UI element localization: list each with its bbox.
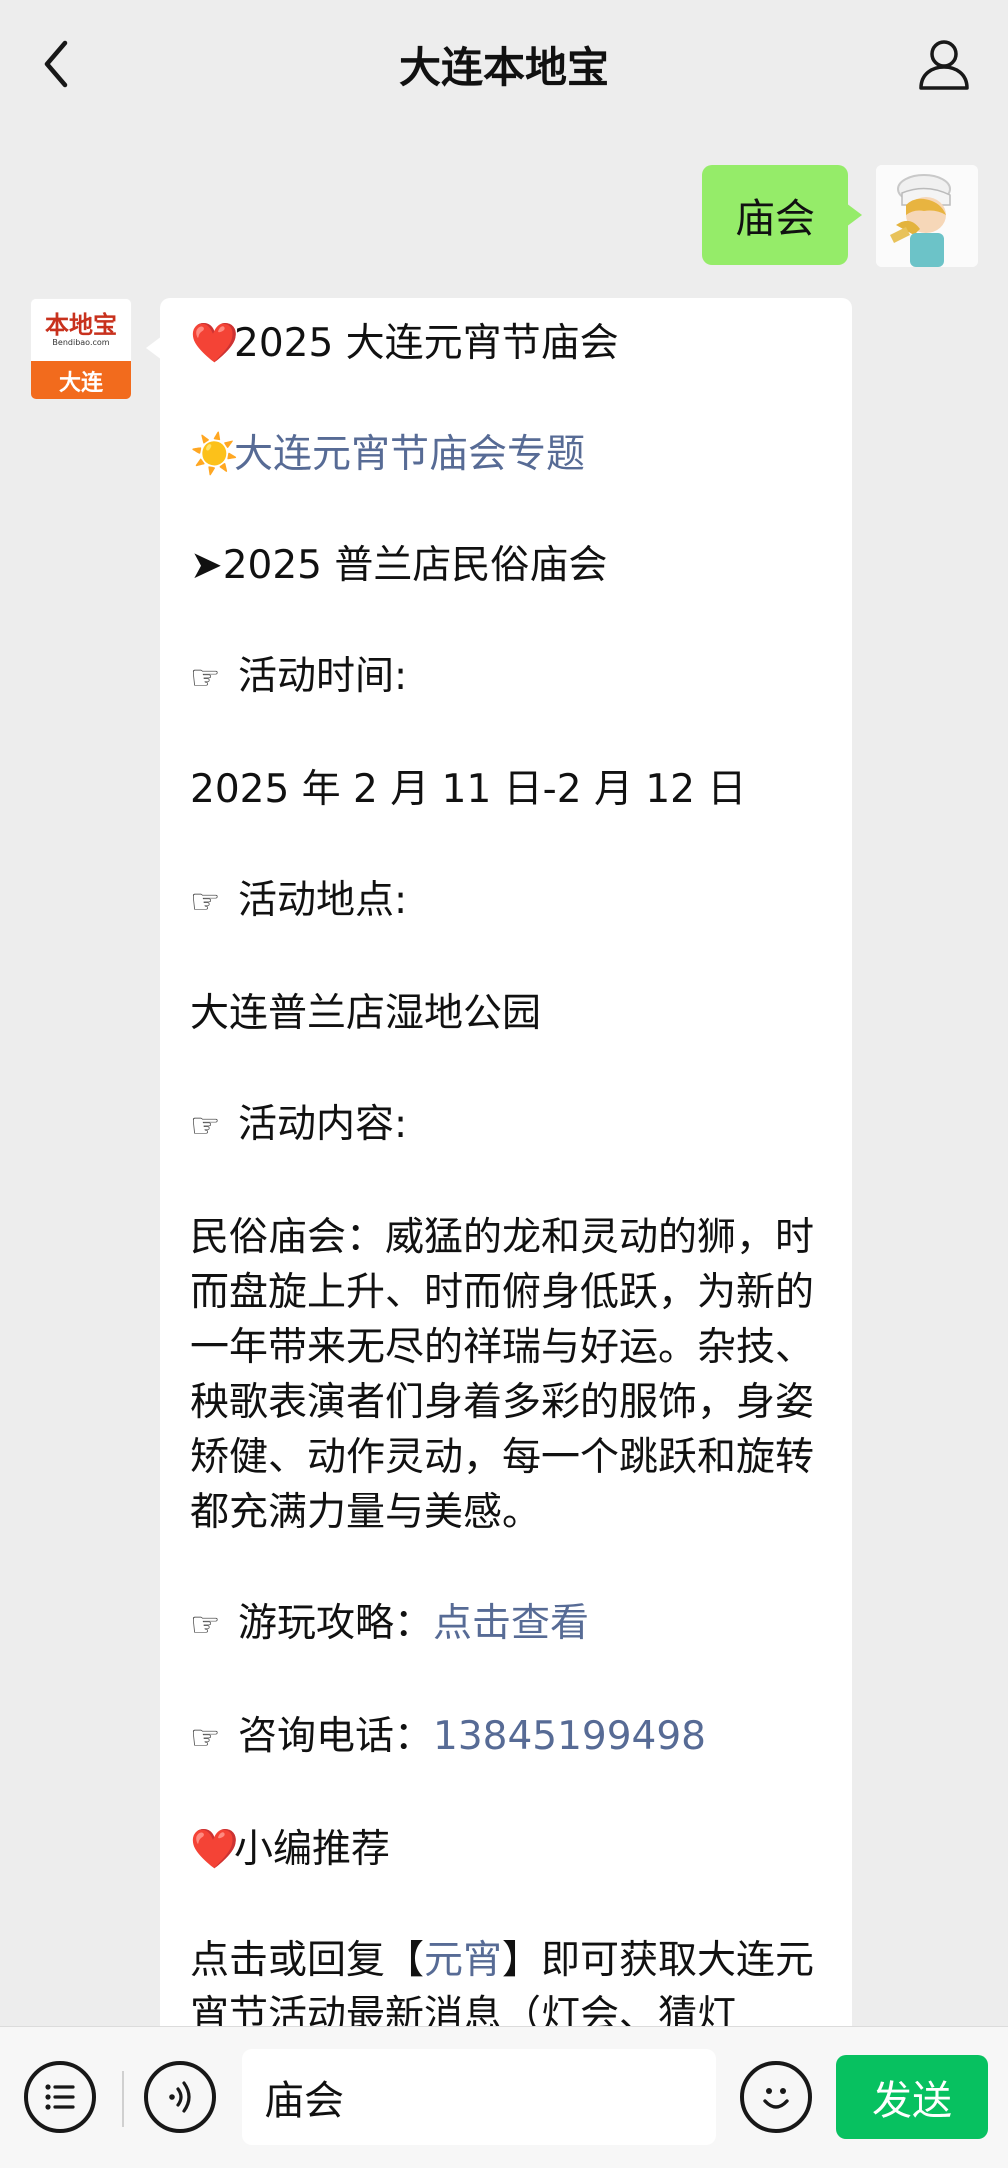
topic-line: ☀️大连元宵节庙会专题: [190, 427, 822, 482]
input-bar: 发送: [0, 2026, 1008, 2168]
user-message-text: 庙会: [735, 196, 815, 242]
reply-hint: 点击或回复【元宵】即可获取大连元宵节活动最新消息（灯会、猜灯: [190, 1938, 815, 2038]
arrow-icon: ➤: [190, 543, 223, 588]
user-avatar[interactable]: [876, 165, 978, 267]
pointing-hand-icon: ☞: [190, 1605, 221, 1645]
voice-button[interactable]: [144, 2061, 216, 2133]
recommend-line: ❤️小编推荐: [190, 1822, 822, 1877]
divider: [122, 2071, 124, 2127]
event-name: ➤2025 普兰店民俗庙会: [190, 543, 608, 588]
menu-button[interactable]: [24, 2061, 96, 2133]
chat-header: 大连本地宝: [0, 0, 1008, 130]
message-title: ❤️2025 大连元宵节庙会: [190, 316, 822, 371]
bot-avatar-city: 大连: [31, 361, 131, 399]
voice-icon: [169, 2081, 191, 2113]
pointing-hand-icon: ☞: [190, 1106, 221, 1146]
pointing-hand-icon: ☞: [190, 658, 221, 698]
time-label-line: ☞ 活动时间:: [190, 649, 822, 706]
phone-link[interactable]: 13845199498: [433, 1714, 706, 1759]
profile-button[interactable]: [908, 28, 980, 100]
emoji-button[interactable]: [740, 2061, 812, 2133]
guide-link[interactable]: 点击查看: [433, 1601, 589, 1646]
bot-avatar[interactable]: 本地宝 Bendibao.com 大连: [30, 298, 132, 400]
heart-icon: ❤️: [190, 1827, 239, 1872]
content-value: 民俗庙会：威猛的龙和灵动的狮，时而盘旋上升、时而俯身低跃，为新的一年带来无尽的祥…: [190, 1215, 815, 1535]
bot-avatar-logo: 本地宝 Bendibao.com: [31, 299, 131, 361]
smiley-icon: [763, 2088, 789, 2109]
bot-message-bubble[interactable]: ❤️2025 大连元宵节庙会 ☀️大连元宵节庙会专题 ➤2025 普兰店民俗庙会…: [160, 298, 852, 2038]
sun-icon: ☀️: [190, 432, 239, 477]
user-avatar-image: [876, 165, 978, 267]
time-value: 2025 年 2 月 11 日-2 月 12 日: [190, 767, 747, 812]
topic-link[interactable]: 大连元宵节庙会专题: [234, 432, 585, 477]
person-icon: [919, 40, 969, 90]
chat-title: 大连本地宝: [398, 43, 609, 92]
pointing-hand-icon: ☞: [190, 1718, 221, 1758]
message-input[interactable]: [242, 2049, 716, 2145]
place-value: 大连普兰店湿地公园: [190, 991, 542, 1036]
place-label-line: ☞ 活动地点:: [190, 873, 822, 930]
content-label-line: ☞ 活动内容:: [190, 1097, 822, 1154]
list-icon: [45, 2084, 75, 2110]
heart-icon: ❤️: [190, 321, 239, 366]
guide-line: ☞ 游玩攻略：点击查看: [190, 1596, 822, 1653]
phone-line: ☞ 咨询电话：13845199498: [190, 1709, 822, 1766]
pointing-hand-icon: ☞: [190, 882, 221, 922]
reply-keyword-link[interactable]: 元宵: [424, 1938, 502, 1983]
user-message-bubble[interactable]: 庙会: [702, 165, 862, 265]
send-button[interactable]: 发送: [836, 2055, 988, 2139]
